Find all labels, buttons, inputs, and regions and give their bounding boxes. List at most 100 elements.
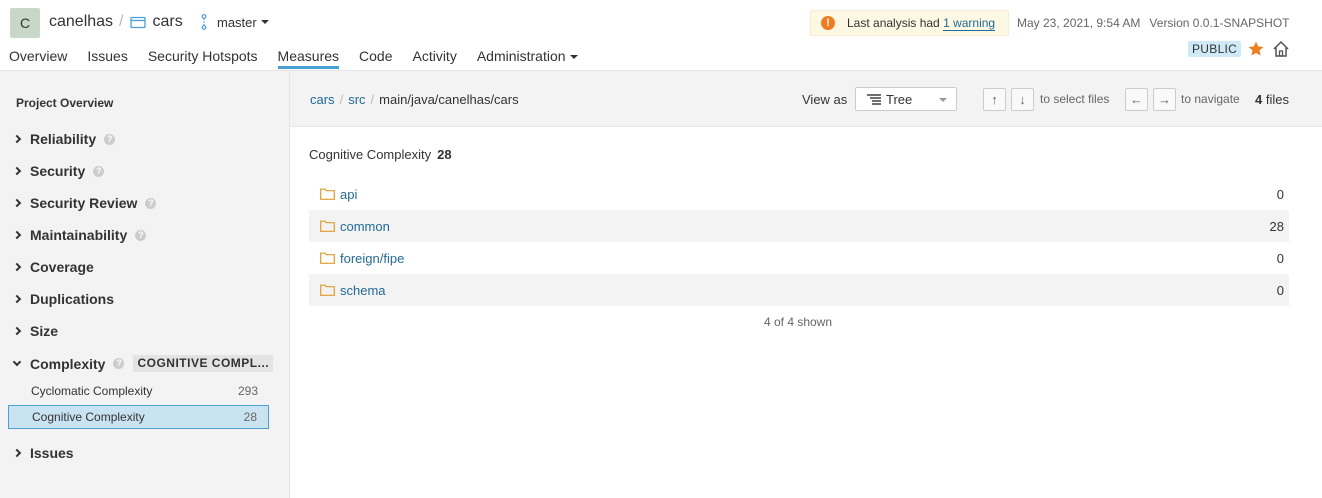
chevron-down-icon (939, 98, 947, 102)
chevron-right-icon (12, 198, 22, 208)
chevron-right-icon (12, 166, 22, 176)
tab-administration-label: Administration (476, 48, 566, 64)
table-row[interactable]: api 0 (309, 178, 1289, 210)
org-link[interactable]: canelhas (49, 13, 113, 31)
facet-complexity[interactable]: Complexity? COGNITIVE COMPL... (12, 355, 274, 372)
home-icon[interactable] (1272, 40, 1290, 58)
project-version: Version 0.0.1-SNAPSHOT (1149, 16, 1290, 30)
breadcrumb-separator: / (119, 13, 124, 30)
tab-code[interactable]: Code (359, 48, 392, 69)
arrow-left-key[interactable]: ← (1125, 88, 1148, 111)
file-count: 4 files (1255, 92, 1289, 107)
facet-reliability[interactable]: Reliability? (12, 131, 116, 147)
folder-icon (320, 252, 335, 264)
metric-header: Cognitive Complexity 28 (309, 147, 452, 162)
breadcrumb-separator: / (339, 92, 344, 107)
table-row[interactable]: foreign/fipe 0 (309, 242, 1289, 274)
file-count-suffix: files (1265, 92, 1289, 107)
facet-issues[interactable]: Issues (12, 445, 74, 461)
metric-name: Cognitive Complexity (309, 147, 432, 162)
table-row[interactable]: common 28 (309, 210, 1289, 242)
tree-icon (867, 94, 881, 105)
branch-selector[interactable]: master (199, 14, 269, 30)
file-breadcrumb: cars / src / main/java/canelhas/cars (310, 92, 519, 107)
component-name[interactable]: schema (320, 283, 386, 298)
component-name[interactable]: foreign/fipe (320, 251, 404, 266)
facet-duplications[interactable]: Duplications (12, 291, 114, 307)
metric-label: Cyclomatic Complexity (31, 384, 153, 398)
chevron-down-icon (12, 357, 22, 366)
project-nav: Overview Issues Security Hotspots Measur… (9, 48, 598, 69)
metric-value: 293 (237, 384, 258, 398)
facet-security[interactable]: Security? (12, 163, 105, 179)
branch-name: master (217, 14, 257, 30)
selected-metric-badge: COGNITIVE COMPL... (133, 355, 274, 372)
help-icon[interactable]: ? (113, 358, 125, 369)
facet-label: Reliability (30, 131, 97, 147)
warning-link[interactable]: 1 warning (943, 16, 996, 31)
tab-activity[interactable]: Activity (412, 48, 456, 69)
tab-overview[interactable]: Overview (9, 48, 67, 69)
component-name[interactable]: common (320, 219, 390, 234)
component-label: common (340, 218, 390, 234)
component-name[interactable]: api (320, 187, 357, 202)
visibility-badge: PUBLIC (1188, 41, 1242, 57)
component-label: foreign/fipe (340, 250, 405, 266)
warning-prefix: Last analysis had (847, 16, 940, 30)
breadcrumb-item[interactable]: src (348, 92, 365, 107)
arrow-right-key[interactable]: → (1153, 88, 1176, 111)
breadcrumb-item[interactable]: cars (310, 92, 335, 107)
component-list: api 0 common 28 foreign/fipe 0 schema 0 (309, 178, 1289, 306)
folder-icon (320, 284, 335, 296)
metric-cyclomatic-complexity[interactable]: Cyclomatic Complexity 293 (8, 379, 269, 403)
metric-value: 28 (243, 410, 257, 424)
arrow-up-key[interactable]: ↑ (983, 88, 1006, 111)
metric-label: Cognitive Complexity (32, 410, 145, 424)
analysis-warning: ! Last analysis had 1 warning (810, 10, 1009, 36)
chevron-right-icon (12, 326, 22, 336)
folder-icon (320, 220, 335, 232)
facet-label: Coverage (30, 259, 94, 275)
facet-label: Security Review (30, 195, 138, 211)
project-icon (129, 16, 146, 28)
component-value: 0 (1276, 250, 1284, 266)
measures-main: cars / src / main/java/canelhas/cars View as… (290, 71, 1322, 498)
help-icon[interactable]: ? (104, 133, 116, 145)
warning-text: Last analysis had 1 warning (847, 16, 996, 31)
help-icon[interactable]: ? (135, 229, 147, 241)
star-icon[interactable] (1247, 40, 1265, 58)
tab-security-hotspots[interactable]: Security Hotspots (148, 48, 258, 69)
measures-toolbar: cars / src / main/java/canelhas/cars View as… (290, 71, 1322, 127)
analysis-meta: May 23, 2021, 9:54 AM Version 0.0.1-SNAPS… (1017, 16, 1289, 30)
chevron-right-icon (12, 294, 22, 304)
project-breadcrumb: canelhas / cars (49, 13, 183, 31)
view-as-select[interactable]: Tree (855, 87, 957, 111)
breadcrumb-separator: / (370, 92, 375, 107)
measures-sidebar: Project Overview Reliability? Security? … (0, 71, 290, 498)
facet-size[interactable]: Size (12, 323, 59, 339)
tab-administration[interactable]: Administration (477, 48, 578, 69)
arrow-down-key[interactable]: ↓ (1011, 88, 1034, 111)
facet-security-review[interactable]: Security Review? (12, 195, 157, 211)
tab-issues[interactable]: Issues (87, 48, 127, 69)
metric-total: 28 (437, 147, 452, 162)
project-overview-link[interactable]: Project Overview (16, 96, 113, 110)
shown-count: 4 of 4 shown (763, 315, 833, 329)
branch-icon (201, 14, 207, 30)
facet-maintainability[interactable]: Maintainability? (12, 227, 147, 243)
project-header: C canelhas / cars master Overview Issues… (0, 0, 1322, 71)
chevron-right-icon (12, 230, 22, 240)
component-value: 0 (1276, 282, 1284, 298)
metric-cognitive-complexity[interactable]: Cognitive Complexity 28 (8, 405, 269, 429)
exclamation-icon: ! (821, 16, 835, 30)
facet-label: Size (30, 323, 59, 339)
help-icon[interactable]: ? (93, 165, 105, 177)
facet-coverage[interactable]: Coverage (12, 259, 94, 275)
project-link[interactable]: cars (153, 13, 183, 31)
breadcrumb-current: main/java/canelhas/cars (379, 92, 519, 107)
help-icon[interactable]: ? (145, 197, 157, 209)
tab-measures[interactable]: Measures (277, 48, 340, 69)
org-avatar[interactable]: C (10, 8, 40, 38)
table-row[interactable]: schema 0 (309, 274, 1289, 306)
view-as-value: Tree (886, 91, 913, 107)
